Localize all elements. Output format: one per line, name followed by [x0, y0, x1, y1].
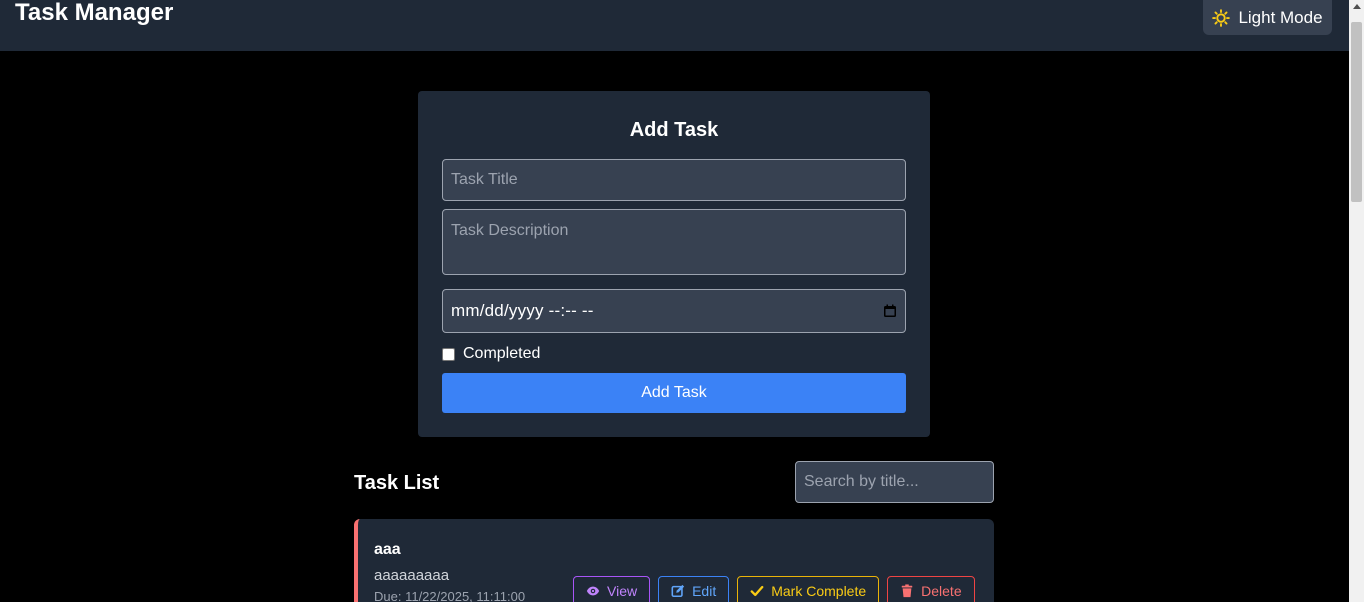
- delete-button[interactable]: Delete: [887, 576, 975, 602]
- view-button[interactable]: View: [573, 576, 651, 602]
- due-date-input[interactable]: mm/dd/yyyy --:-- --: [442, 289, 906, 333]
- edit-icon: [671, 584, 685, 598]
- sun-icon: [1212, 8, 1231, 27]
- mark-complete-label: Mark Complete: [771, 583, 867, 599]
- trash-icon: [901, 584, 913, 598]
- calendar-icon[interactable]: [883, 304, 897, 318]
- due-date-placeholder: mm/dd/yyyy --:-- --: [451, 301, 594, 320]
- add-task-form: Add Task mm/dd/yyyy --:-- -- Completed A…: [418, 91, 930, 437]
- completed-label: Completed: [463, 345, 541, 362]
- task-card: aaa aaaaaaaaa Due: 11/22/2025, 11:11:00 …: [354, 519, 994, 602]
- task-due-date: Due: 11/22/2025, 11:11:00: [374, 589, 526, 602]
- search-input[interactable]: [795, 461, 994, 503]
- check-icon: [750, 585, 764, 597]
- mark-complete-button[interactable]: Mark Complete: [737, 576, 880, 602]
- theme-toggle-label: Light Mode: [1238, 7, 1323, 27]
- task-actions: View Edit Mark Complete Delete: [573, 576, 975, 602]
- completed-checkbox[interactable]: [442, 347, 455, 361]
- app-title: Task Manager: [15, 0, 174, 26]
- form-title: Add Task: [629, 119, 719, 141]
- edit-button[interactable]: Edit: [658, 576, 730, 602]
- view-label: View: [607, 583, 638, 599]
- add-task-button[interactable]: Add Task: [442, 373, 906, 413]
- theme-toggle-button[interactable]: Light Mode: [1203, 0, 1332, 35]
- scroll-up-icon[interactable]: [1353, 4, 1361, 9]
- completed-row: Completed: [442, 345, 540, 363]
- app-header: Task Manager Light Mode: [0, 0, 1349, 51]
- task-description-input[interactable]: [442, 209, 906, 275]
- task-title-input[interactable]: [442, 159, 906, 201]
- eye-icon: [586, 586, 600, 596]
- edit-label: Edit: [692, 583, 717, 599]
- task-list-title: Task List: [354, 472, 440, 494]
- scroll-thumb[interactable]: [1351, 22, 1362, 202]
- page-scrollbar[interactable]: [1349, 0, 1364, 602]
- task-title: aaa: [374, 541, 401, 558]
- delete-label: Delete: [921, 583, 962, 599]
- task-description: aaaaaaaaa: [374, 567, 450, 584]
